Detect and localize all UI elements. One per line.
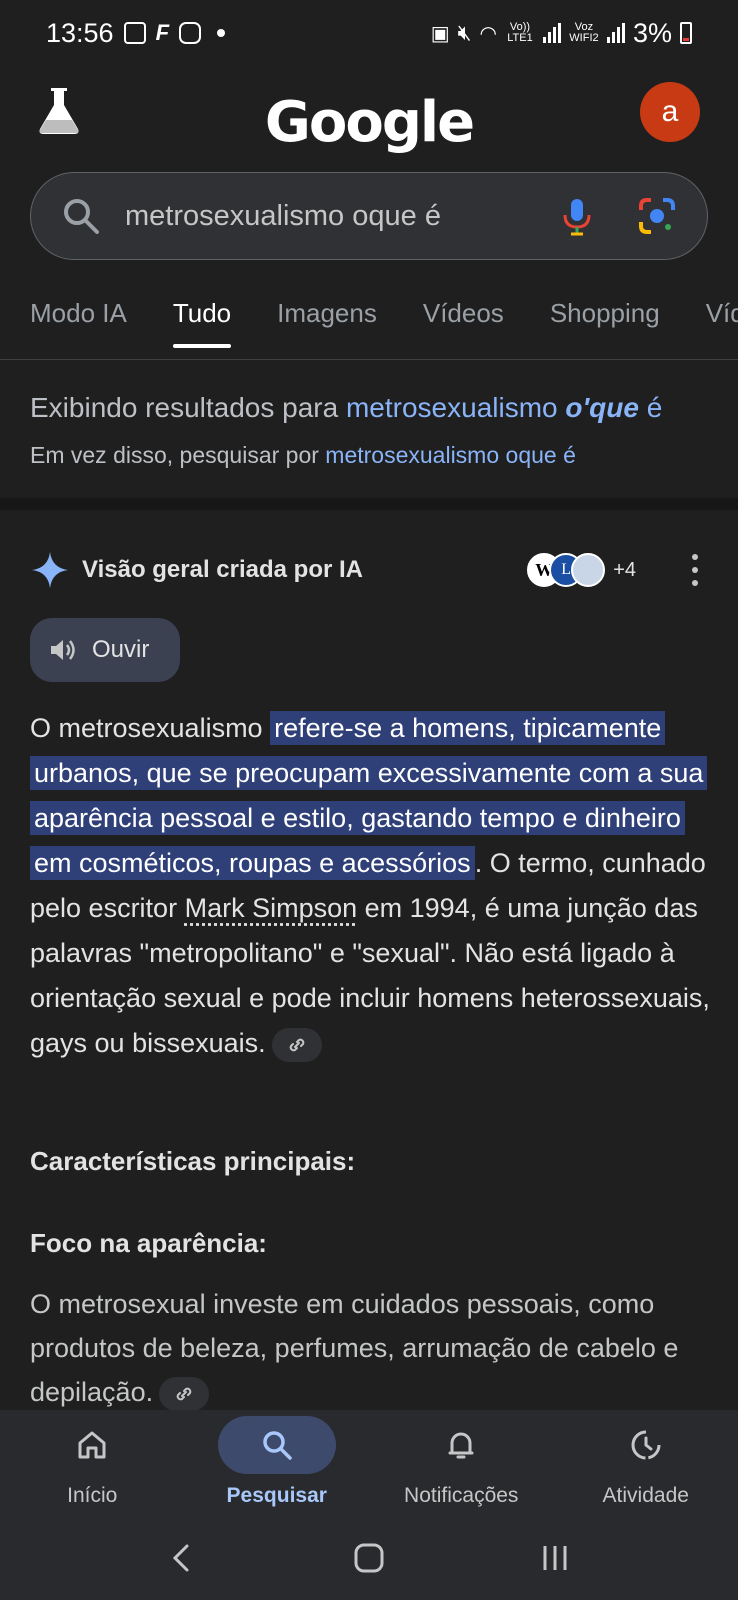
bottom-navigation: Início Pesquisar Notificações Atividade: [0, 1410, 738, 1516]
system-navigation-bar: [0, 1516, 738, 1600]
search-icon: [64, 199, 99, 234]
section-separator: [0, 498, 738, 510]
corrected-query-link[interactable]: metrosexualismo o'que é: [346, 392, 662, 423]
battery-saver-icon: ▣: [430, 22, 450, 45]
battery-icon: [680, 22, 692, 44]
status-right: ▣ 🔇︎ ◠ Vo)) LTE1 Voz WIFI2 3%: [431, 18, 692, 49]
search-instead-line: Em vez disso, pesquisar por metrosexuali…: [30, 442, 720, 469]
nav-inicio-icon-wrap: [33, 1416, 151, 1474]
nav-pesquisar-icon-wrap: [217, 1416, 336, 1474]
tabs-divider: [0, 359, 738, 360]
corrected-word: o'que: [565, 392, 639, 423]
wifi-icon: ◠: [479, 22, 497, 45]
nav-atividade[interactable]: Atividade: [561, 1416, 731, 1508]
ai-sparkle-icon: [32, 552, 68, 588]
lte-label: Vo)) LTE1: [507, 21, 533, 44]
wallet-icon: [123, 22, 146, 44]
signal-bars-2-icon: [606, 23, 625, 43]
wifi-call-label: Voz WIFI2: [569, 21, 599, 44]
nav-inicio-label: Início: [67, 1484, 118, 1507]
showing-prefix: Exibindo resultados para: [30, 392, 346, 423]
original-query-link[interactable]: metrosexualismo oque é: [325, 442, 576, 468]
ai-answer-paragraph: O metrosexualismo refere-se a homens, ti…: [30, 706, 714, 1066]
nav-atividade-label: Atividade: [602, 1484, 689, 1507]
listen-button[interactable]: Ouvir: [30, 618, 180, 682]
tab-imagens[interactable]: Imagens: [277, 298, 377, 348]
search-input[interactable]: metrosexualismo oque é: [125, 200, 517, 233]
microphone-icon[interactable]: [557, 196, 597, 236]
history-icon: [631, 1430, 661, 1460]
nav-notificacoes-icon-wrap: [402, 1416, 520, 1474]
instagram-icon: [179, 22, 202, 44]
mark-simpson-link[interactable]: Mark Simpson: [185, 893, 358, 923]
link-icon: [176, 1387, 192, 1401]
google-header: Google a: [0, 76, 738, 166]
instead-prefix: Em vez disso, pesquisar por: [30, 442, 326, 468]
home-button-icon[interactable]: [351, 1540, 387, 1576]
citation-link-chip[interactable]: [271, 1027, 322, 1062]
listen-label: Ouvir: [92, 636, 150, 663]
home-icon: [78, 1431, 106, 1459]
tab-videos-curtos[interactable]: Víd: [706, 298, 738, 348]
sources-stack[interactable]: W L +4: [527, 548, 636, 592]
nav-pesquisar-label: Pesquisar: [226, 1484, 327, 1507]
nav-notificacoes[interactable]: Notificações: [376, 1416, 546, 1508]
nav-atividade-icon-wrap: [587, 1416, 705, 1474]
tab-videos[interactable]: Vídeos: [423, 298, 504, 348]
focus-subheading: Foco na aparência:: [30, 1228, 267, 1258]
google-lens-icon[interactable]: [637, 196, 677, 236]
nav-notificacoes-label: Notificações: [404, 1484, 519, 1507]
recent-apps-icon[interactable]: [537, 1540, 573, 1576]
tab-modo-ia[interactable]: Modo IA: [30, 298, 127, 348]
link-icon: [289, 1038, 304, 1052]
speaker-icon: [51, 640, 75, 660]
account-avatar[interactable]: a: [640, 82, 700, 142]
ai-overview-title: Visão geral criada por IA: [82, 556, 364, 583]
search-icon: [263, 1431, 292, 1460]
battery-percent: 3%: [632, 17, 672, 48]
corrected-term: metrosexualismo: [345, 392, 566, 423]
google-logo: Google: [264, 90, 475, 155]
signal-bars-1-icon: [542, 23, 561, 43]
showing-results-line: Exibindo resultados para metrosexualismo…: [30, 392, 720, 424]
focus-text: O metrosexual investe em cuidados pessoa…: [30, 1289, 679, 1407]
source-globe-icon: [571, 553, 606, 587]
ai-overview-header: Visão geral criada por IA W L +4: [30, 548, 710, 592]
spelling-correction: Exibindo resultados para metrosexualismo…: [30, 392, 720, 469]
back-icon[interactable]: [165, 1540, 201, 1576]
status-bar: 13:56 F ▣ 🔇︎ ◠ Vo)) LTE1 Voz WIFI2 3%: [0, 0, 738, 66]
focus-detail-text: O metrosexual investe em cuidados pessoa…: [30, 1282, 710, 1414]
app-f-icon: F: [155, 20, 170, 45]
sources-count: +4: [613, 558, 636, 581]
tab-shopping[interactable]: Shopping: [550, 298, 660, 348]
status-left: 13:56 F: [46, 17, 226, 49]
more-options-icon[interactable]: [680, 554, 710, 586]
status-time: 13:56: [46, 17, 114, 48]
nav-inicio[interactable]: Início: [7, 1416, 177, 1508]
answer-intro: O metrosexualismo: [30, 713, 271, 743]
nav-pesquisar[interactable]: Pesquisar: [192, 1416, 362, 1508]
bell-icon: [448, 1432, 474, 1459]
corrected-suffix: é: [638, 392, 663, 423]
ai-overview-card: Visão geral criada por IA W L +4 Ouvir O…: [0, 510, 738, 1411]
focus-citation-chip[interactable]: [159, 1376, 210, 1411]
search-box[interactable]: metrosexualismo oque é: [30, 172, 708, 260]
notification-dot-icon: [217, 29, 226, 37]
mute-icon: 🔇︎: [457, 20, 472, 45]
search-tabs: Modo IA Tudo Imagens Vídeos Shopping Víd: [30, 298, 738, 348]
features-subheading: Características principais:: [30, 1146, 356, 1176]
tab-tudo[interactable]: Tudo: [172, 298, 232, 348]
